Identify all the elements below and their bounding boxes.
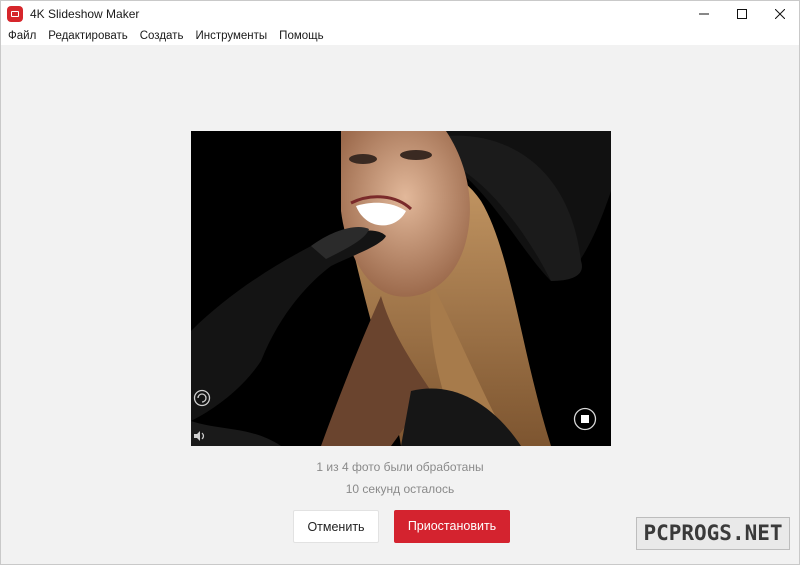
window-controls [685, 1, 799, 27]
app-window: 4K Slideshow Maker Файл Редактировать Со… [0, 0, 800, 565]
maximize-button[interactable] [723, 1, 761, 27]
pause-button[interactable]: Приостановить [394, 510, 510, 543]
cancel-button[interactable]: Отменить [293, 510, 379, 543]
time-remaining: 10 секунд осталось [345, 482, 455, 496]
close-icon [775, 9, 785, 19]
audio-icon[interactable] [193, 429, 207, 443]
close-button[interactable] [761, 1, 799, 27]
minimize-icon [699, 13, 709, 15]
menu-help[interactable]: Помощь [273, 27, 329, 45]
title-bar[interactable]: 4K Slideshow Maker [1, 1, 799, 27]
menu-edit[interactable]: Редактировать [42, 27, 133, 45]
window-title: 4K Slideshow Maker [30, 7, 140, 21]
minimize-button[interactable] [685, 1, 723, 27]
stop-icon[interactable] [573, 407, 597, 431]
preview-photo [191, 131, 611, 446]
slideshow-preview [191, 131, 611, 446]
slideshow-app-icon [7, 6, 23, 22]
menu-create[interactable]: Создать [134, 27, 190, 45]
menu-tools[interactable]: Инструменты [189, 27, 273, 45]
watermark: PCPROGS.NET [636, 517, 790, 550]
progress-status: 1 из 4 фото были обработаны [316, 460, 484, 474]
main-content: 1 из 4 фото были обработаны 10 секунд ос… [1, 45, 799, 564]
rotate-icon[interactable] [193, 389, 211, 407]
maximize-icon [737, 9, 747, 19]
menu-bar: Файл Редактировать Создать Инструменты П… [1, 27, 799, 45]
menu-file[interactable]: Файл [1, 27, 42, 45]
